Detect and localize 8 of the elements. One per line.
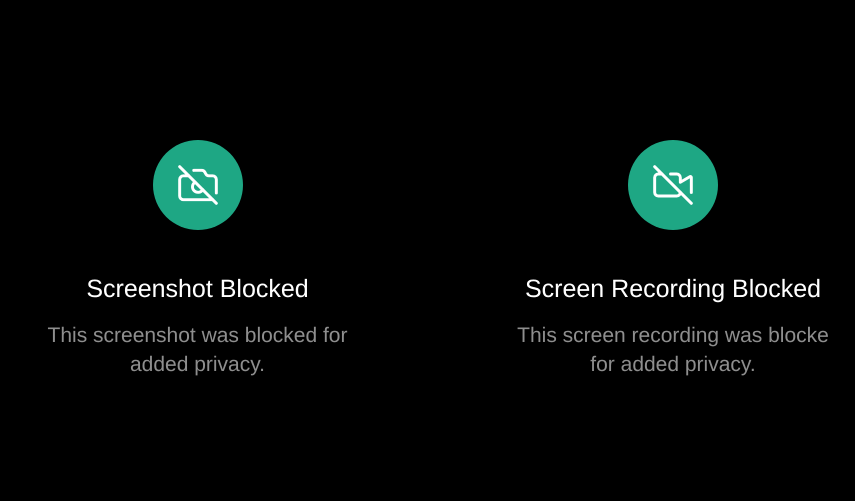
camera-off-icon xyxy=(176,163,220,207)
description-line: for added privacy. xyxy=(590,352,756,378)
title: Screen Recording Blocked xyxy=(525,274,821,304)
description-line: This screenshot was blocked for xyxy=(48,323,348,349)
description-line: added privacy. xyxy=(130,352,266,378)
video-off-icon xyxy=(651,163,695,207)
title: Screenshot Blocked xyxy=(86,274,309,304)
description-line: This screen recording was blocke xyxy=(517,323,829,349)
